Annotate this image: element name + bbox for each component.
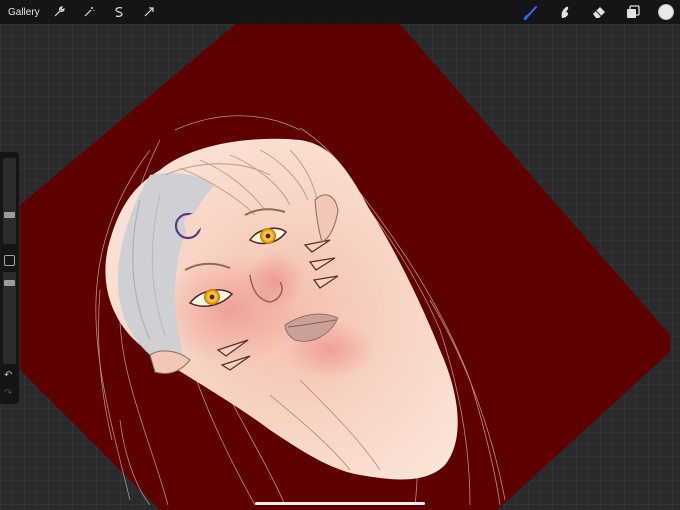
brush-size-thumb[interactable]	[4, 212, 15, 218]
selection-icon[interactable]	[110, 3, 128, 21]
artwork-canvas[interactable]	[0, 0, 680, 510]
opacity-thumb[interactable]	[4, 280, 15, 286]
left-tool-group	[50, 3, 158, 21]
left-sidebar: ↶ ↷	[0, 152, 19, 404]
smudge-icon[interactable]	[556, 3, 574, 21]
wrench-icon[interactable]	[50, 3, 68, 21]
layers-icon[interactable]	[624, 3, 642, 21]
redo-icon[interactable]: ↷	[4, 388, 12, 399]
top-toolbar: Gallery	[0, 0, 680, 24]
square-icon[interactable]	[4, 255, 15, 266]
brush-icon[interactable]	[522, 3, 540, 21]
eraser-icon[interactable]	[590, 3, 608, 21]
right-tool-group	[522, 3, 674, 21]
opacity-slider[interactable]	[3, 272, 16, 364]
brush-size-slider[interactable]	[3, 158, 16, 244]
home-indicator	[255, 502, 425, 505]
color-picker-button[interactable]	[658, 4, 674, 20]
undo-icon[interactable]: ↶	[4, 370, 12, 381]
gallery-button[interactable]: Gallery	[8, 7, 40, 18]
transform-arrow-icon[interactable]	[140, 3, 158, 21]
magic-wand-icon[interactable]	[80, 3, 98, 21]
